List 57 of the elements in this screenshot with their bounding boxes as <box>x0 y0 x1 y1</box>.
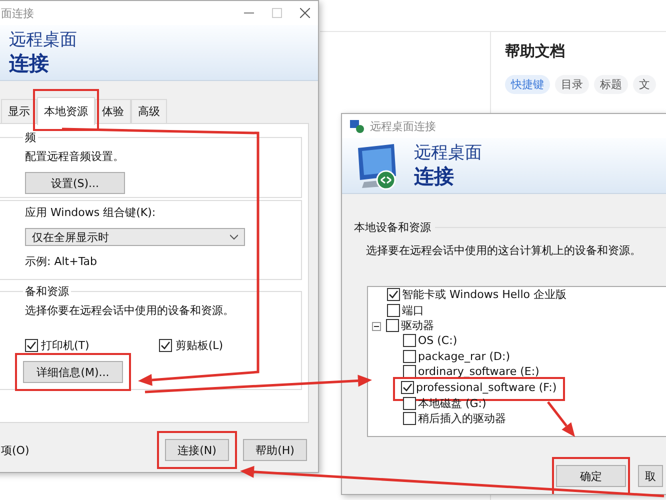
collapse-icon[interactable] <box>372 322 381 332</box>
checkbox[interactable] <box>403 350 416 363</box>
window-title: 面连接 <box>1 6 34 20</box>
tree-item[interactable]: professional_software (F:) <box>416 380 557 394</box>
tab[interactable]: 高级 <box>131 99 167 123</box>
description-text: 选择你要在远程会话中使用的设备和资源。 <box>25 303 234 318</box>
tree-item[interactable]: 本地磁盘 (G:) <box>418 396 486 411</box>
checkbox[interactable] <box>25 339 38 352</box>
options-link[interactable]: 项(O) <box>1 442 30 458</box>
chevron-down-icon <box>230 234 238 240</box>
checkbox[interactable] <box>403 334 416 348</box>
tree-item[interactable]: OS (C:) <box>418 334 458 348</box>
group-label: 频 <box>24 130 37 145</box>
header-title: 远程桌面 <box>414 143 482 164</box>
tag-chip[interactable]: 标题 <box>594 75 628 94</box>
tag-chip[interactable]: 文 <box>633 75 656 94</box>
tree-item[interactable]: ordinary_software (E:) <box>418 365 540 378</box>
header-title: 远程桌面 <box>9 30 77 51</box>
example-text: 示例: Alt+Tab <box>25 254 97 269</box>
checkbox[interactable] <box>403 412 416 426</box>
header-subtitle: 连接 <box>9 51 50 75</box>
tree-item[interactable]: 端口 <box>402 302 424 318</box>
settings-button[interactable]: 设置(S)... <box>25 172 125 194</box>
dialog-button[interactable]: 连接(N) <box>165 439 229 461</box>
dialog-button[interactable]: 帮助(H) <box>243 439 307 461</box>
checkbox[interactable] <box>403 396 416 410</box>
checkbox[interactable] <box>386 319 399 332</box>
checkbox[interactable] <box>401 380 414 394</box>
checkbox-label[interactable]: 打印机(T) <box>41 338 90 353</box>
checkbox-label[interactable]: 剪贴板(L) <box>175 338 224 353</box>
tag-chip[interactable]: 目录 <box>555 75 589 94</box>
app-icon <box>350 120 364 132</box>
panel-title: 帮助文档 <box>505 42 566 61</box>
field-label: 应用 Windows 组合键(K): <box>25 205 156 220</box>
tree-item[interactable]: 稍后插入的驱动器 <box>418 411 506 426</box>
tree-item[interactable]: 智能卡或 Windows Hello 企业版 <box>402 287 566 302</box>
tab[interactable]: 体验 <box>95 99 131 123</box>
checkbox[interactable] <box>159 339 172 352</box>
description-text: 配置远程音频设置。 <box>25 149 124 164</box>
checkbox[interactable] <box>403 365 416 378</box>
tag-chip[interactable]: 快捷键 <box>505 75 550 94</box>
description-text: 选择要在远程会话中使用的这台计算机上的设备和资源。 <box>366 243 642 258</box>
tab[interactable]: 本地资源 <box>37 97 95 125</box>
group-label: 备和资源 <box>24 284 70 299</box>
window-title: 远程桌面连接 <box>370 118 436 134</box>
checkbox[interactable] <box>387 304 400 317</box>
dropdown[interactable]: 仅在全屏显示时 <box>25 228 245 246</box>
group-label: 本地设备和资源 <box>354 220 431 235</box>
tab[interactable]: 显示 <box>1 99 37 123</box>
checkbox[interactable] <box>387 288 400 302</box>
tree-item[interactable]: package_rar (D:) <box>418 350 510 363</box>
tree-item[interactable]: 驱动器 <box>401 318 434 334</box>
dialog-button[interactable]: 取 <box>638 465 663 487</box>
details-button[interactable]: 详细信息(M)... <box>23 361 123 383</box>
close-icon[interactable] <box>300 8 310 18</box>
header-subtitle: 连接 <box>414 164 455 188</box>
dialog-button[interactable]: 确定 <box>556 465 626 487</box>
